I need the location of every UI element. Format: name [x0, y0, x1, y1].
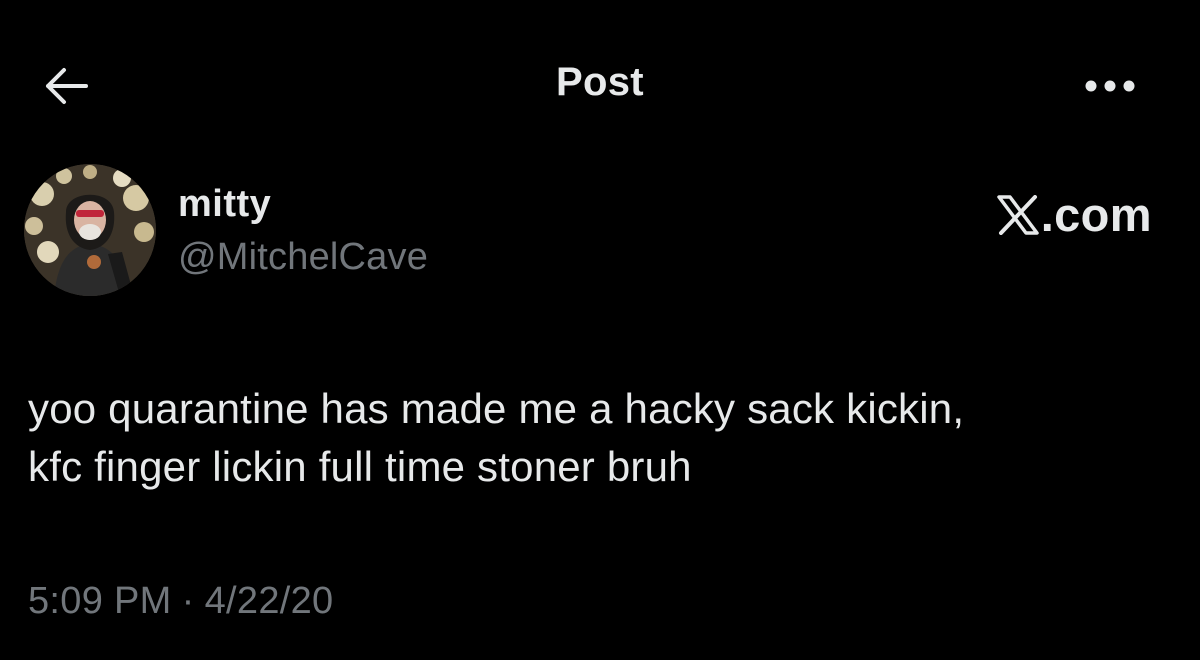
- more-dots-icon: [1085, 80, 1135, 92]
- avatar[interactable]: [24, 164, 156, 296]
- author-display-name[interactable]: mitty: [178, 183, 271, 226]
- post-text-line: yoo quarantine has made me a hacky sack …: [28, 385, 965, 432]
- more-options-button[interactable]: [1080, 66, 1140, 106]
- post-time: 5:09 PM: [28, 580, 172, 622]
- post-text-line: kfc finger lickin full time stoner bruh: [28, 443, 692, 490]
- meta-separator: ·: [181, 580, 195, 622]
- post-timestamp[interactable]: 5:09 PM · 4/22/20: [28, 580, 333, 623]
- post-body: yoo quarantine has made me a hacky sack …: [28, 380, 1178, 496]
- page-title: Post: [556, 60, 644, 104]
- post-header: Post: [0, 0, 1200, 170]
- x-logo-icon: [996, 194, 1039, 235]
- brand-domain-text: .com: [1040, 188, 1152, 241]
- author-handle[interactable]: @MitchelCave: [178, 236, 428, 279]
- x-com-watermark: .com: [996, 187, 1152, 242]
- post-date: 4/22/20: [204, 580, 334, 622]
- avatar-image: [24, 164, 156, 296]
